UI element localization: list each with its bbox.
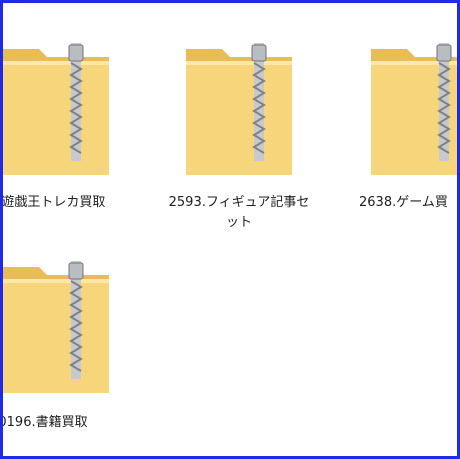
folder-label: 2638.ゲーム買 bbox=[359, 195, 448, 210]
zip-folder-item[interactable]: 2638.ゲーム買 bbox=[349, 43, 457, 253]
explorer-window: 79.遊戯王トレカ買取 2593.フィギュア記事セット bbox=[0, 0, 460, 459]
zip-folder-item[interactable]: 0196.書籍買取 bbox=[0, 261, 118, 451]
folder-label: 0196.書籍買取 bbox=[0, 415, 88, 430]
folder-label: 2593.フィギュア記事セット bbox=[168, 195, 310, 230]
zip-folder-icon bbox=[369, 43, 457, 181]
zip-folder-icon bbox=[3, 43, 111, 181]
folder-label: 79.遊戯王トレカ買取 bbox=[0, 195, 106, 210]
zip-folder-icon bbox=[3, 261, 111, 399]
zip-folder-item[interactable]: 79.遊戯王トレカ買取 bbox=[0, 43, 118, 253]
zip-folder-item[interactable]: 2593.フィギュア記事セット bbox=[164, 43, 314, 253]
zip-folder-icon bbox=[184, 43, 294, 181]
